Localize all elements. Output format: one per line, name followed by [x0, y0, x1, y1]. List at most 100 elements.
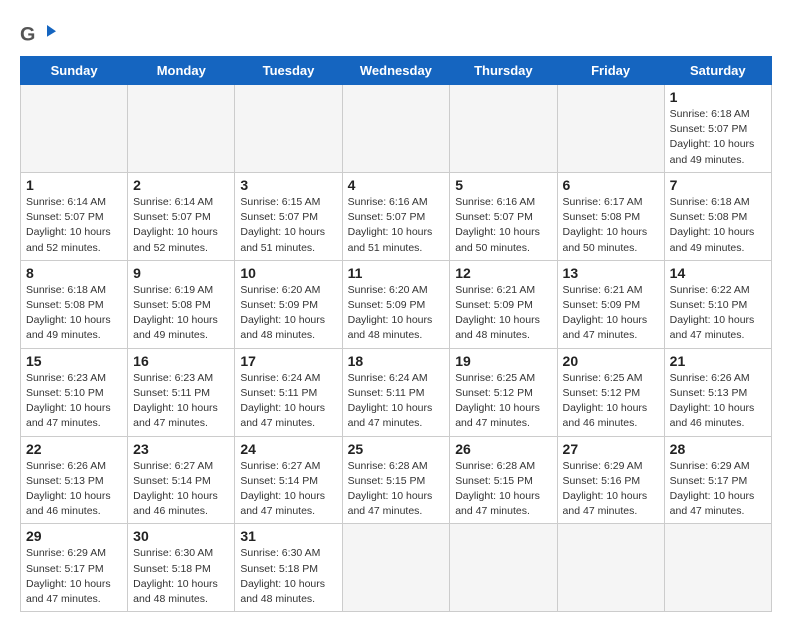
- calendar-day-cell: 12 Sunrise: 6:21 AMSunset: 5:09 PMDayligh…: [450, 260, 557, 348]
- day-info: Sunrise: 6:27 AMSunset: 5:14 PMDaylight:…: [240, 459, 336, 520]
- calendar-day-cell: 22Sunrise: 6:26 AMSunset: 5:13 PMDayligh…: [21, 436, 128, 524]
- calendar-day-cell: 13 Sunrise: 6:21 AMSunset: 5:09 PMDayligh…: [557, 260, 664, 348]
- day-info: Sunrise: 6:18 AMSunset: 5:08 PMDaylight:…: [670, 195, 766, 256]
- calendar-day-cell: [557, 524, 664, 612]
- calendar-day-cell: 27 Sunrise: 6:29 AMSunset: 5:16 PMDayligh…: [557, 436, 664, 524]
- day-info: Sunrise: 6:23 AMSunset: 5:10 PMDaylight:…: [26, 371, 122, 432]
- day-info: Sunrise: 6:29 AMSunset: 5:17 PMDaylight:…: [26, 546, 122, 607]
- calendar-day-cell: [21, 85, 128, 173]
- calendar-day-cell: 15 Sunrise: 6:23 AMSunset: 5:10 PMDayligh…: [21, 348, 128, 436]
- day-info: Sunrise: 6:14 AMSunset: 5:07 PMDaylight:…: [133, 195, 229, 256]
- calendar-day-cell: 4 Sunrise: 6:16 AMSunset: 5:07 PMDaylight…: [342, 172, 450, 260]
- calendar-day-cell: [342, 85, 450, 173]
- calendar-day-cell: 21 Sunrise: 6:26 AMSunset: 5:13 PMDayligh…: [664, 348, 771, 436]
- day-info: Sunrise: 6:22 AMSunset: 5:10 PMDaylight:…: [670, 283, 766, 344]
- day-info: Sunrise: 6:29 AMSunset: 5:17 PMDaylight:…: [670, 459, 766, 520]
- calendar-day-cell: 19 Sunrise: 6:25 AMSunset: 5:12 PMDayligh…: [450, 348, 557, 436]
- day-number: 5: [455, 177, 551, 193]
- calendar-day-cell: 1Sunrise: 6:14 AMSunset: 5:07 PMDaylight…: [21, 172, 128, 260]
- calendar-day-header: Wednesday: [342, 57, 450, 85]
- day-info: Sunrise: 6:24 AMSunset: 5:11 PMDaylight:…: [240, 371, 336, 432]
- day-number: 11: [348, 265, 445, 281]
- day-info: Sunrise: 6:26 AMSunset: 5:13 PMDaylight:…: [26, 459, 122, 520]
- day-info: Sunrise: 6:20 AMSunset: 5:09 PMDaylight:…: [348, 283, 445, 344]
- calendar-day-cell: 24 Sunrise: 6:27 AMSunset: 5:14 PMDayligh…: [235, 436, 342, 524]
- calendar-day-cell: 16 Sunrise: 6:23 AMSunset: 5:11 PMDayligh…: [128, 348, 235, 436]
- logo: G: [20, 20, 60, 48]
- calendar-day-cell: 30 Sunrise: 6:30 AMSunset: 5:18 PMDayligh…: [128, 524, 235, 612]
- day-info: Sunrise: 6:29 AMSunset: 5:16 PMDaylight:…: [563, 459, 659, 520]
- calendar-day-cell: 14 Sunrise: 6:22 AMSunset: 5:10 PMDayligh…: [664, 260, 771, 348]
- calendar-day-header: Sunday: [21, 57, 128, 85]
- calendar-day-cell: [664, 524, 771, 612]
- calendar-day-cell: [235, 85, 342, 173]
- calendar-day-cell: 1Sunrise: 6:18 AMSunset: 5:07 PMDaylight…: [664, 85, 771, 173]
- calendar-day-header: Saturday: [664, 57, 771, 85]
- day-number: 29: [26, 528, 122, 544]
- day-number: 4: [348, 177, 445, 193]
- day-info: Sunrise: 6:25 AMSunset: 5:12 PMDaylight:…: [455, 371, 551, 432]
- calendar-day-cell: 2Sunrise: 6:14 AMSunset: 5:07 PMDaylight…: [128, 172, 235, 260]
- day-info: Sunrise: 6:20 AMSunset: 5:09 PMDaylight:…: [240, 283, 336, 344]
- day-info: Sunrise: 6:30 AMSunset: 5:18 PMDaylight:…: [133, 546, 229, 607]
- calendar-week-row: 8Sunrise: 6:18 AMSunset: 5:08 PMDaylight…: [21, 260, 772, 348]
- calendar-day-cell: [128, 85, 235, 173]
- day-info: Sunrise: 6:16 AMSunset: 5:07 PMDaylight:…: [455, 195, 551, 256]
- calendar-header-row: SundayMondayTuesdayWednesdayThursdayFrid…: [21, 57, 772, 85]
- calendar-day-cell: 10Sunrise: 6:20 AMSunset: 5:09 PMDayligh…: [235, 260, 342, 348]
- calendar-day-cell: 31Sunrise: 6:30 AMSunset: 5:18 PMDayligh…: [235, 524, 342, 612]
- day-number: 20: [563, 353, 659, 369]
- day-number: 12: [455, 265, 551, 281]
- day-info: Sunrise: 6:30 AMSunset: 5:18 PMDaylight:…: [240, 546, 336, 607]
- calendar-week-row: 22Sunrise: 6:26 AMSunset: 5:13 PMDayligh…: [21, 436, 772, 524]
- day-number: 17: [240, 353, 336, 369]
- day-info: Sunrise: 6:19 AMSunset: 5:08 PMDaylight:…: [133, 283, 229, 344]
- day-number: 27: [563, 441, 659, 457]
- calendar-day-cell: 6Sunrise: 6:17 AMSunset: 5:08 PMDaylight…: [557, 172, 664, 260]
- day-info: Sunrise: 6:21 AMSunset: 5:09 PMDaylight:…: [563, 283, 659, 344]
- calendar-day-cell: 29 Sunrise: 6:29 AMSunset: 5:17 PMDayligh…: [21, 524, 128, 612]
- calendar-day-cell: 9 Sunrise: 6:19 AMSunset: 5:08 PMDaylight…: [128, 260, 235, 348]
- calendar-day-cell: 26 Sunrise: 6:28 AMSunset: 5:15 PMDayligh…: [450, 436, 557, 524]
- calendar-body: 1Sunrise: 6:18 AMSunset: 5:07 PMDaylight…: [21, 85, 772, 612]
- day-number: 30: [133, 528, 229, 544]
- day-number: 1: [26, 177, 122, 193]
- day-number: 9: [133, 265, 229, 281]
- day-info: Sunrise: 6:21 AMSunset: 5:09 PMDaylight:…: [455, 283, 551, 344]
- day-number: 16: [133, 353, 229, 369]
- day-info: Sunrise: 6:15 AMSunset: 5:07 PMDaylight:…: [240, 195, 336, 256]
- day-number: 15: [26, 353, 122, 369]
- calendar-day-cell: 18 Sunrise: 6:24 AMSunset: 5:11 PMDayligh…: [342, 348, 450, 436]
- day-number: 19: [455, 353, 551, 369]
- calendar-day-cell: 8Sunrise: 6:18 AMSunset: 5:08 PMDaylight…: [21, 260, 128, 348]
- day-number: 13: [563, 265, 659, 281]
- calendar-table: SundayMondayTuesdayWednesdayThursdayFrid…: [20, 56, 772, 612]
- calendar-day-cell: 11 Sunrise: 6:20 AMSunset: 5:09 PMDayligh…: [342, 260, 450, 348]
- calendar-day-cell: [450, 85, 557, 173]
- day-info: Sunrise: 6:27 AMSunset: 5:14 PMDaylight:…: [133, 459, 229, 520]
- day-info: Sunrise: 6:28 AMSunset: 5:15 PMDaylight:…: [455, 459, 551, 520]
- day-info: Sunrise: 6:16 AMSunset: 5:07 PMDaylight:…: [348, 195, 445, 256]
- calendar-day-cell: 28Sunrise: 6:29 AMSunset: 5:17 PMDayligh…: [664, 436, 771, 524]
- day-number: 14: [670, 265, 766, 281]
- day-info: Sunrise: 6:26 AMSunset: 5:13 PMDaylight:…: [670, 371, 766, 432]
- calendar-day-cell: 23 Sunrise: 6:27 AMSunset: 5:14 PMDayligh…: [128, 436, 235, 524]
- day-info: Sunrise: 6:23 AMSunset: 5:11 PMDaylight:…: [133, 371, 229, 432]
- day-number: 23: [133, 441, 229, 457]
- day-number: 24: [240, 441, 336, 457]
- day-info: Sunrise: 6:28 AMSunset: 5:15 PMDaylight:…: [348, 459, 445, 520]
- day-number: 21: [670, 353, 766, 369]
- day-number: 26: [455, 441, 551, 457]
- calendar-day-cell: [450, 524, 557, 612]
- calendar-week-row: 15 Sunrise: 6:23 AMSunset: 5:10 PMDayligh…: [21, 348, 772, 436]
- day-info: Sunrise: 6:25 AMSunset: 5:12 PMDaylight:…: [563, 371, 659, 432]
- day-number: 18: [348, 353, 445, 369]
- day-number: 3: [240, 177, 336, 193]
- calendar-day-cell: 25Sunrise: 6:28 AMSunset: 5:15 PMDayligh…: [342, 436, 450, 524]
- logo-icon: G: [20, 20, 56, 48]
- day-info: Sunrise: 6:24 AMSunset: 5:11 PMDaylight:…: [348, 371, 445, 432]
- page-header: G: [20, 20, 772, 48]
- calendar-day-header: Monday: [128, 57, 235, 85]
- calendar-header: SundayMondayTuesdayWednesdayThursdayFrid…: [21, 57, 772, 85]
- day-number: 6: [563, 177, 659, 193]
